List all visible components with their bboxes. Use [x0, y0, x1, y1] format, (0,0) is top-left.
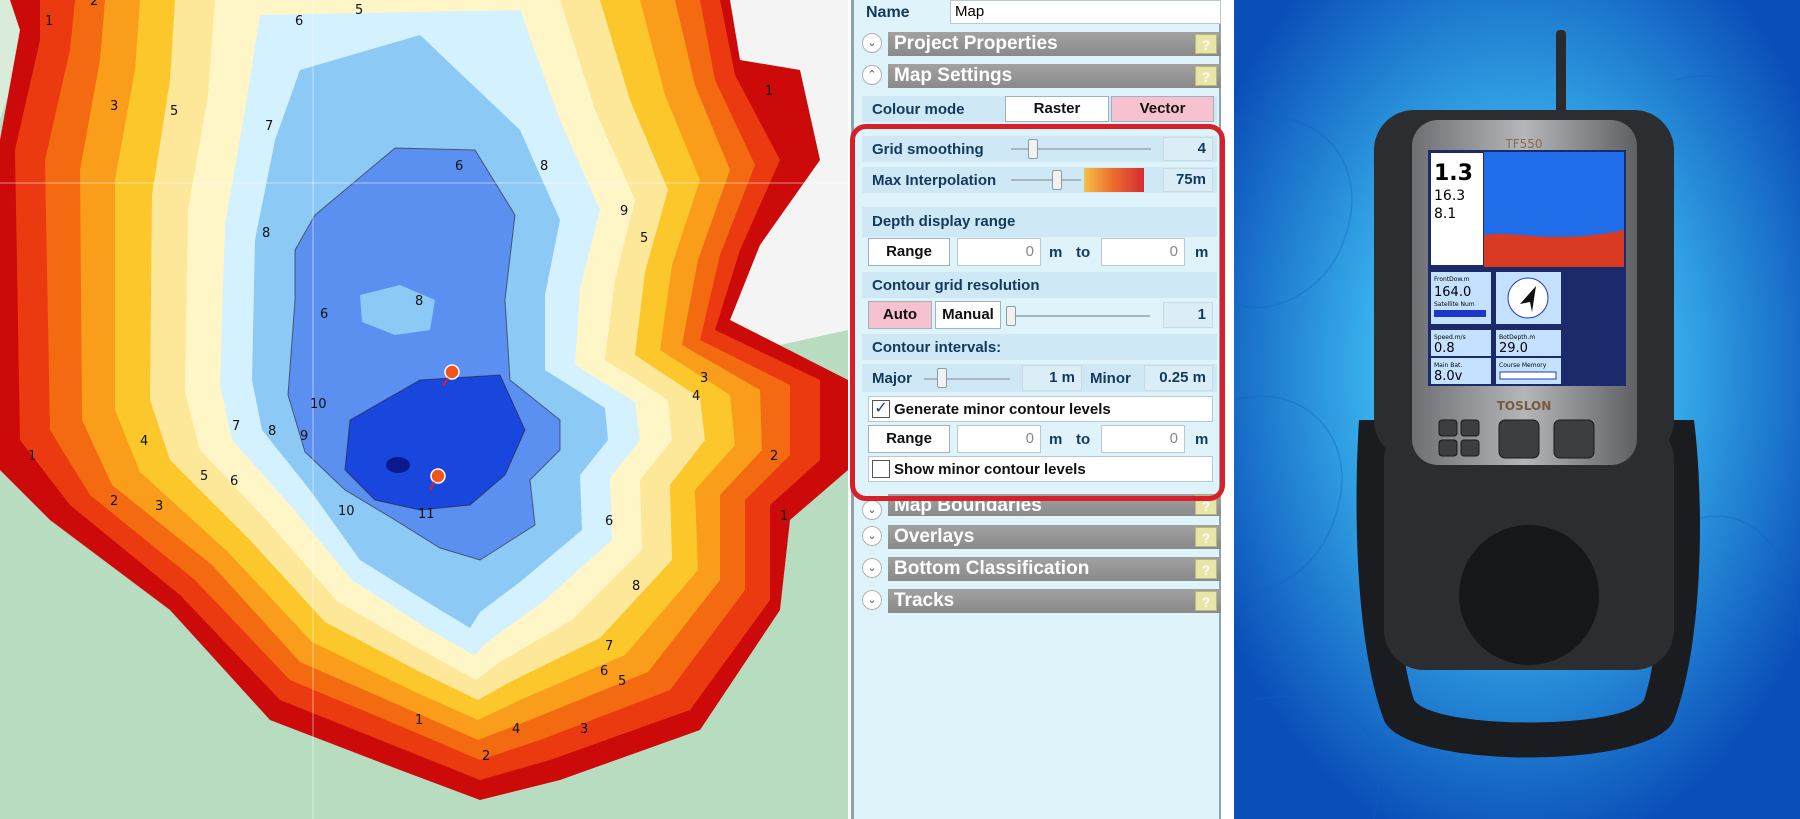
help-icon[interactable]: ? [1195, 591, 1217, 611]
botdepth-label: BotDepth.m [1499, 334, 1535, 341]
section-title: Tracks [894, 590, 955, 611]
chevron-down-icon[interactable]: ⌄ [862, 500, 882, 520]
frontdown-label: FrontDow.m [1434, 276, 1470, 283]
help-icon[interactable]: ? [1195, 34, 1217, 54]
speed-label: Speed.m/s [1434, 334, 1466, 341]
contour-map-svg[interactable]: 1 1 2 3 4 5 6 7 8 9 10 10 11 6 8 9 8 6 8… [0, 0, 848, 819]
depth-label: 6 [605, 514, 613, 529]
depth-label: 5 [618, 674, 626, 689]
contour-map[interactable]: 1 1 2 3 4 5 6 7 8 9 10 10 11 6 8 9 8 6 8… [0, 0, 848, 819]
battery-label: Main Bat. [1434, 362, 1462, 369]
name-label: Name [866, 4, 910, 21]
depth-label: 11 [418, 507, 435, 522]
section-project-properties[interactable]: Project Properties ? [888, 32, 1221, 56]
depth-label: 4 [512, 722, 520, 737]
depth-label: 5 [200, 469, 208, 484]
chevron-down-icon[interactable]: ⌄ [862, 558, 882, 578]
depth-label: 2 [482, 749, 490, 764]
depth-label: 8 [268, 424, 276, 439]
depth-label: 1 [28, 449, 36, 464]
depth-label: 6 [455, 159, 463, 174]
depth-label: 1 [765, 84, 773, 99]
section-tracks[interactable]: Tracks ? [888, 589, 1221, 613]
depth-label: 3 [155, 499, 163, 514]
highlight-frame [850, 124, 1225, 501]
section-title: Project Properties [894, 33, 1058, 54]
fish-finder-illustration: TF550 1.3 16.3 8.1 FrontDow.m 164.0 Sate… [1234, 0, 1800, 819]
botdepth-value: 29.0 [1499, 341, 1528, 356]
depth-label: 3 [700, 371, 708, 386]
depth-label: 3 [580, 722, 588, 737]
satellite-label: Satellite Num [1434, 301, 1475, 308]
name-field[interactable]: Map [950, 0, 1221, 24]
section-title: Overlays [894, 526, 975, 547]
device-button [1438, 439, 1458, 457]
section-overlays[interactable]: Overlays ? [888, 525, 1221, 549]
section-map-settings[interactable]: Map Settings ? [888, 64, 1221, 88]
screen-temp: 16.3 [1434, 188, 1465, 204]
device-button [1460, 419, 1480, 437]
depth-label: 7 [605, 639, 613, 654]
depth-label: 5 [640, 231, 648, 246]
section-title: Bottom Classification [894, 558, 1090, 579]
device-button [1460, 439, 1480, 457]
speed-value: 0.8 [1434, 341, 1455, 356]
depth-label: 9 [300, 429, 308, 444]
depth-label: 2 [110, 494, 118, 509]
deep-spot [386, 457, 410, 473]
device-button [1438, 419, 1458, 437]
help-icon[interactable]: ? [1195, 559, 1217, 579]
depth-label: 8 [540, 159, 548, 174]
depth-label: 2 [90, 0, 98, 9]
depth-label: 7 [265, 119, 273, 134]
depth-label: 4 [692, 389, 700, 404]
depth-label: 8 [262, 226, 270, 241]
depth-label: 6 [230, 474, 238, 489]
screen-volt: 8.1 [1434, 206, 1456, 222]
depth-label: 7 [232, 419, 240, 434]
chevron-down-icon[interactable]: ⌄ [862, 590, 882, 610]
chevron-down-icon[interactable]: ⌄ [862, 526, 882, 546]
chevron-down-icon[interactable]: ⌄ [862, 33, 882, 53]
depth-label: 1 [780, 509, 788, 524]
menu-button [1553, 419, 1595, 459]
course-label: Course Memory [1499, 362, 1547, 369]
depth-label: 9 [620, 204, 628, 219]
screen-depth: 1.3 [1434, 161, 1473, 186]
depth-label: 1 [45, 14, 53, 29]
device-brand: TOSLON [1497, 399, 1552, 413]
depth-label: 2 [770, 449, 778, 464]
depth-label: 10 [338, 504, 355, 519]
depth-label: 6 [600, 664, 608, 679]
device-model: TF550 [1504, 137, 1542, 151]
depth-label: 1 [415, 713, 423, 728]
depth-label: 4 [140, 434, 148, 449]
depth-label: 8 [632, 579, 640, 594]
depth-label: 8 [415, 294, 423, 309]
depth-label: 6 [295, 14, 303, 29]
dpad-button [1498, 419, 1540, 459]
frontdown-value: 164.0 [1434, 285, 1471, 300]
settings-panel: Name Map ⌄ Project Properties ? ⌃ Map Se… [850, 0, 1225, 819]
battery-value: 8.0v [1434, 369, 1463, 384]
raster-button[interactable]: Raster [1005, 96, 1109, 122]
help-icon[interactable]: ? [1195, 527, 1217, 547]
depth-label: 5 [170, 104, 178, 119]
depth-label: 6 [320, 307, 328, 322]
depth-label: 3 [110, 99, 118, 114]
section-bottom-classification[interactable]: Bottom Classification ? [888, 557, 1221, 581]
depth-label: 5 [355, 3, 363, 18]
chevron-up-icon[interactable]: ⌃ [862, 65, 882, 85]
help-icon[interactable]: ? [1195, 66, 1217, 86]
section-title: Map Settings [894, 65, 1013, 86]
depth-label: 10 [310, 397, 327, 412]
fish-finder-photo: TF550 1.3 16.3 8.1 FrontDow.m 164.0 Sate… [1234, 0, 1800, 819]
colour-mode-label: Colour mode [872, 101, 965, 118]
vector-button[interactable]: Vector [1111, 96, 1214, 122]
